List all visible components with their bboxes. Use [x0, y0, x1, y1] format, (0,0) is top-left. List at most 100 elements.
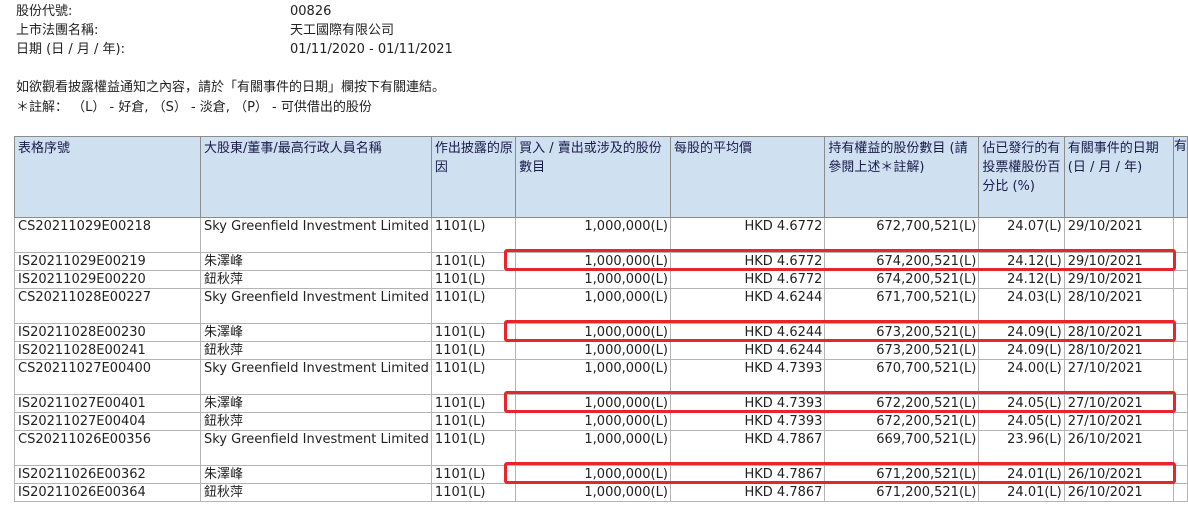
table-row: CS20211029E00218 Sky Greenfield Investmen…	[14, 217, 1188, 253]
cell-event-date[interactable]: 28/10/2021	[1063, 323, 1174, 342]
cell-avg-price: HKD 4.7867	[669, 483, 826, 502]
cell-percentage: 24.03(L)	[978, 288, 1065, 324]
cell-percentage: 23.96(L)	[978, 430, 1065, 466]
cell-percentage: 24.01(L)	[978, 483, 1065, 502]
cell-form-no[interactable]: CS20211028E00227	[14, 288, 201, 324]
cell-holder-name: Sky Greenfield Investment Limited	[199, 359, 432, 395]
cell-clipped	[1172, 252, 1188, 271]
cell-clipped	[1172, 270, 1188, 289]
cell-form-no[interactable]: IS20211028E00230	[14, 323, 201, 342]
cell-shares-traded: 1,000,000(L)	[515, 430, 671, 466]
cell-shares-traded: 1,000,000(L)	[515, 412, 671, 431]
cell-holder-name: 鈕秋萍	[199, 341, 432, 360]
table-row: CS20211028E00227 Sky Greenfield Investmen…	[14, 288, 1188, 324]
cell-shares-held: 671,200,521(L)	[824, 465, 980, 484]
header-event-date: 有關事件的日期 (日 / 月 / 年)	[1063, 136, 1174, 218]
cell-clipped	[1172, 341, 1188, 360]
header-form-no: 表格序號	[14, 136, 201, 218]
cell-percentage: 24.01(L)	[978, 465, 1065, 484]
cell-form-no[interactable]: IS20211028E00241	[14, 341, 201, 360]
cell-percentage: 24.12(L)	[978, 252, 1065, 271]
cell-event-date[interactable]: 27/10/2021	[1063, 359, 1174, 395]
instruction-note: 如欲觀看披露權益通知之內容，請於「有關事件的日期」欄按下有關連結。	[16, 80, 446, 95]
cell-holder-name: 鈕秋萍	[199, 412, 432, 431]
legend-note: ＊註解： （L） - 好倉, （S） - 淡倉, （P） - 可供借出的股份	[16, 100, 372, 115]
cell-shares-traded: 1,000,000(L)	[515, 217, 671, 253]
table-row: IS20211028E00230 朱澤峰 1101(L) 1,000,000(L) HK…	[14, 323, 1188, 342]
cell-event-date[interactable]: 29/10/2021	[1063, 270, 1174, 289]
cell-percentage: 24.05(L)	[978, 412, 1065, 431]
cell-reason: 1101(L)	[430, 217, 517, 253]
cell-event-date[interactable]: 28/10/2021	[1063, 288, 1174, 324]
cell-form-no[interactable]: IS20211026E00364	[14, 483, 201, 502]
cell-event-date[interactable]: 26/10/2021	[1063, 430, 1174, 466]
cell-clipped	[1172, 483, 1188, 502]
cell-avg-price: HKD 4.7393	[669, 412, 826, 431]
cell-shares-traded: 1,000,000(L)	[515, 483, 671, 502]
cell-percentage: 24.09(L)	[978, 341, 1065, 360]
header-holder-name: 大股東/董事/最高行政人員名稱	[199, 136, 432, 218]
cell-clipped	[1172, 465, 1188, 484]
cell-reason: 1101(L)	[430, 412, 517, 431]
cell-form-no[interactable]: CS20211026E00356	[14, 430, 201, 466]
stock-code-row: 股份代號: 00826	[16, 2, 453, 21]
cell-event-date[interactable]: 27/10/2021	[1063, 394, 1174, 413]
cell-holder-name: Sky Greenfield Investment Limited	[199, 288, 432, 324]
cell-holder-name: 朱澤峰	[199, 465, 432, 484]
cell-holder-name: 朱澤峰	[199, 394, 432, 413]
cell-holder-name: 朱澤峰	[199, 323, 432, 342]
cell-reason: 1101(L)	[430, 252, 517, 271]
header-percentage: 佔已發行的有投票權股份百分比 (%)	[978, 136, 1065, 218]
cell-clipped	[1172, 217, 1188, 253]
cell-event-date[interactable]: 29/10/2021	[1063, 252, 1174, 271]
table-row: IS20211027E00404 鈕秋萍 1101(L) 1,000,000(L) HK…	[14, 412, 1188, 431]
cell-reason: 1101(L)	[430, 270, 517, 289]
cell-holder-name: 鈕秋萍	[199, 270, 432, 289]
cell-shares-held: 672,200,521(L)	[824, 394, 980, 413]
cell-form-no[interactable]: IS20211029E00220	[14, 270, 201, 289]
table-row: IS20211029E00219 朱澤峰 1101(L) 1,000,000(L) HK…	[14, 252, 1188, 271]
table-row: CS20211027E00400 Sky Greenfield Investmen…	[14, 359, 1188, 395]
cell-shares-traded: 1,000,000(L)	[515, 270, 671, 289]
cell-form-no[interactable]: IS20211027E00404	[14, 412, 201, 431]
table-row: IS20211029E00220 鈕秋萍 1101(L) 1,000,000(L) HK…	[14, 270, 1188, 289]
cell-shares-held: 670,700,521(L)	[824, 359, 980, 395]
company-name-label: 上市法團名稱:	[16, 23, 99, 38]
cell-shares-traded: 1,000,000(L)	[515, 341, 671, 360]
cell-event-date[interactable]: 29/10/2021	[1063, 217, 1174, 253]
company-name-row: 上市法團名稱: 天工國際有限公司	[16, 21, 453, 40]
header-clipped: 有	[1172, 136, 1188, 218]
cell-avg-price: HKD 4.6772	[669, 270, 826, 289]
cell-avg-price: HKD 4.6244	[669, 341, 826, 360]
cell-form-no[interactable]: IS20211027E00401	[14, 394, 201, 413]
date-range-value: 01/11/2020 - 01/11/2021	[290, 42, 453, 57]
cell-shares-held: 671,700,521(L)	[824, 288, 980, 324]
cell-event-date[interactable]: 27/10/2021	[1063, 412, 1174, 431]
cell-event-date[interactable]: 28/10/2021	[1063, 341, 1174, 360]
cell-event-date[interactable]: 26/10/2021	[1063, 465, 1174, 484]
cell-form-no[interactable]: IS20211026E00362	[14, 465, 201, 484]
cell-percentage: 24.09(L)	[978, 323, 1065, 342]
cell-percentage: 24.05(L)	[978, 394, 1065, 413]
table-row: IS20211026E00362 朱澤峰 1101(L) 1,000,000(L) HK…	[14, 465, 1188, 484]
cell-holder-name: 鈕秋萍	[199, 483, 432, 502]
cell-holder-name: 朱澤峰	[199, 252, 432, 271]
cell-holder-name: Sky Greenfield Investment Limited	[199, 430, 432, 466]
cell-avg-price: HKD 4.6244	[669, 288, 826, 324]
cell-shares-traded: 1,000,000(L)	[515, 323, 671, 342]
cell-event-date[interactable]: 26/10/2021	[1063, 483, 1174, 502]
cell-holder-name: Sky Greenfield Investment Limited	[199, 217, 432, 253]
cell-form-no[interactable]: CS20211027E00400	[14, 359, 201, 395]
table-header-row: 表格序號 大股東/董事/最高行政人員名稱 作出披露的原因 買入 / 賣出或涉及的…	[14, 136, 1188, 218]
cell-avg-price: HKD 4.6772	[669, 217, 826, 253]
cell-avg-price: HKD 4.7393	[669, 394, 826, 413]
cell-shares-held: 669,700,521(L)	[824, 430, 980, 466]
cell-form-no[interactable]: IS20211029E00219	[14, 252, 201, 271]
disclosure-table: 表格序號 大股東/董事/最高行政人員名稱 作出披露的原因 買入 / 賣出或涉及的…	[14, 136, 1188, 502]
cell-reason: 1101(L)	[430, 430, 517, 466]
cell-shares-held: 673,200,521(L)	[824, 323, 980, 342]
header-reason: 作出披露的原因	[430, 136, 517, 218]
cell-reason: 1101(L)	[430, 341, 517, 360]
cell-shares-held: 674,200,521(L)	[824, 252, 980, 271]
cell-form-no[interactable]: CS20211029E00218	[14, 217, 201, 253]
